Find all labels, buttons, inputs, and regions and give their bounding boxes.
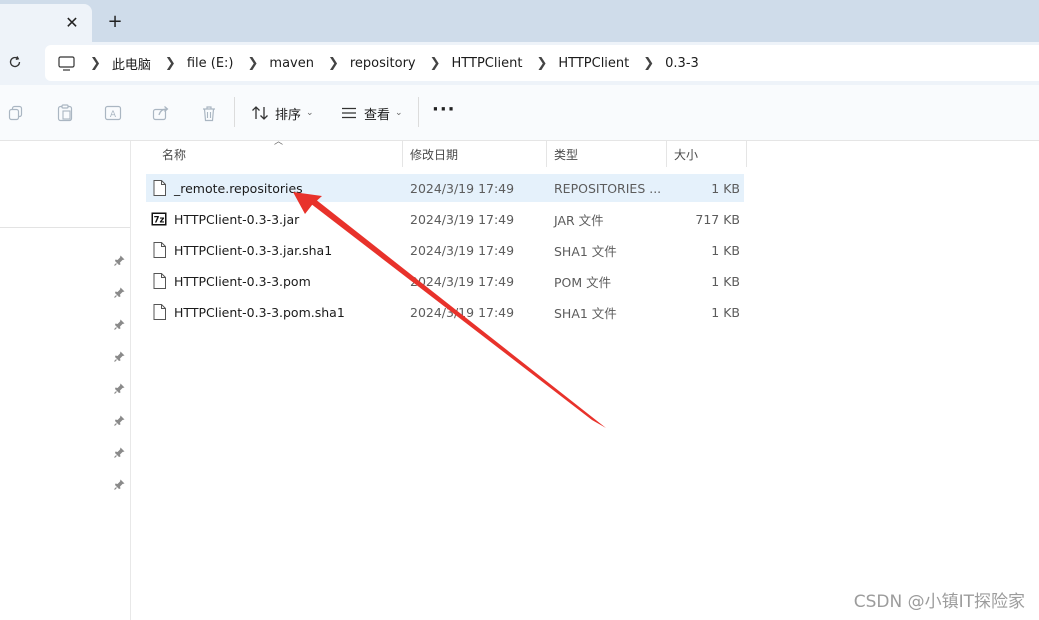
view-button[interactable]: 查看 ⌄ — [341, 101, 403, 125]
watermark: CSDN @小镇IT探险家 — [853, 592, 1025, 612]
pin-icon[interactable] — [112, 445, 126, 459]
column-divider[interactable] — [746, 141, 747, 167]
7z-archive-icon: 7z — [151, 210, 167, 228]
svg-text:7z: 7z — [154, 216, 165, 226]
new-tab-button[interactable]: + — [104, 10, 126, 32]
rename-icon[interactable]: A — [103, 103, 123, 123]
command-toolbar: A 排序 ⌄ 查看 ⌄ ··· — [0, 85, 1039, 141]
file-size: 717 KB — [695, 211, 740, 227]
file-name: _remote.repositories — [174, 180, 303, 196]
delete-icon[interactable] — [199, 103, 219, 123]
column-size[interactable]: 大小 — [674, 141, 698, 167]
toolbar-divider — [234, 97, 235, 127]
file-name-cell: HTTPClient-0.3-3.jar.sha1 — [151, 236, 332, 264]
tab-close-button[interactable]: ✕ — [62, 12, 82, 32]
pin-icon[interactable] — [112, 413, 126, 427]
file-icon — [151, 272, 167, 290]
address-row: ❯ 此电脑 ❯ file (E:) ❯ maven ❯ repository ❯… — [0, 42, 1039, 85]
chevron-down-icon: ⌄ — [306, 108, 314, 118]
chevron-right-icon[interactable]: ❯ — [248, 56, 259, 71]
breadcrumb-item[interactable]: HTTPClient — [452, 56, 523, 71]
computer-icon[interactable] — [58, 54, 76, 72]
file-row[interactable]: 7z HTTPClient-0.3-3.jar 2024/3/19 17:49 … — [146, 205, 744, 233]
pin-icon[interactable] — [112, 477, 126, 491]
pin-icon[interactable] — [112, 253, 126, 267]
file-row[interactable]: HTTPClient-0.3-3.jar.sha1 2024/3/19 17:4… — [146, 236, 744, 264]
column-header: ︿ 名称 修改日期 类型 大小 — [146, 137, 747, 167]
column-type[interactable]: 类型 — [554, 141, 578, 167]
file-name: HTTPClient-0.3-3.jar — [174, 211, 300, 227]
chevron-right-icon[interactable]: ❯ — [165, 56, 176, 71]
breadcrumb-item[interactable]: maven — [269, 56, 314, 71]
file-type: SHA1 文件 — [554, 305, 617, 321]
file-name-cell: HTTPClient-0.3-3.pom — [151, 267, 311, 295]
file-date: 2024/3/19 17:49 — [410, 180, 515, 196]
breadcrumb-item[interactable]: repository — [350, 56, 416, 71]
file-name: HTTPClient-0.3-3.jar.sha1 — [174, 242, 333, 258]
file-date: 2024/3/19 17:49 — [410, 242, 515, 258]
chevron-right-icon[interactable]: ❯ — [430, 56, 441, 71]
view-icon — [341, 107, 357, 119]
toolbar-divider — [418, 97, 419, 127]
view-label: 查看 — [364, 107, 391, 123]
sort-ascending-icon: ︿ — [274, 137, 284, 147]
sort-button[interactable]: 排序 ⌄ — [251, 101, 314, 125]
chevron-right-icon[interactable]: ❯ — [536, 56, 547, 71]
file-date: 2024/3/19 17:49 — [410, 211, 515, 227]
file-name: HTTPClient-0.3-3.pom.sha1 — [174, 304, 345, 320]
file-type: REPOSITORIES ... — [554, 180, 662, 196]
breadcrumb-item-current[interactable]: 0.3-3 — [665, 56, 699, 71]
column-divider[interactable] — [546, 141, 547, 167]
pin-icon[interactable] — [112, 317, 126, 331]
navigation-pane — [0, 141, 131, 620]
active-tab[interactable]: ✕ — [0, 4, 92, 42]
file-size: 1 KB — [711, 242, 740, 258]
file-icon — [151, 303, 167, 321]
file-size: 1 KB — [711, 273, 740, 289]
svg-text:A: A — [110, 110, 117, 120]
pin-icon[interactable] — [112, 349, 126, 363]
more-options-button[interactable]: ··· — [432, 99, 456, 120]
address-bar[interactable]: ❯ 此电脑 ❯ file (E:) ❯ maven ❯ repository ❯… — [45, 45, 1039, 81]
breadcrumb-item[interactable]: HTTPClient — [558, 56, 629, 71]
file-icon — [151, 241, 167, 259]
chevron-right-icon[interactable]: ❯ — [328, 56, 339, 71]
file-type: SHA1 文件 — [554, 243, 617, 259]
file-row[interactable]: _remote.repositories 2024/3/19 17:49 REP… — [146, 174, 744, 202]
file-name: HTTPClient-0.3-3.pom — [174, 273, 311, 289]
nav-divider — [0, 227, 130, 228]
column-divider[interactable] — [666, 141, 667, 167]
file-name-cell: _remote.repositories — [151, 174, 303, 202]
chevron-right-icon[interactable]: ❯ — [90, 56, 101, 71]
file-date: 2024/3/19 17:49 — [410, 273, 515, 289]
file-icon — [151, 179, 167, 197]
column-divider[interactable] — [402, 141, 403, 167]
column-date[interactable]: 修改日期 — [410, 141, 458, 167]
tab-strip: ✕ + — [0, 0, 1039, 42]
sort-label: 排序 — [275, 107, 302, 123]
file-type: POM 文件 — [554, 274, 612, 290]
share-icon[interactable] — [151, 103, 171, 123]
file-row[interactable]: HTTPClient-0.3-3.pom.sha1 2024/3/19 17:4… — [146, 298, 744, 326]
file-name-cell: 7z HTTPClient-0.3-3.jar — [151, 205, 299, 233]
file-row[interactable]: HTTPClient-0.3-3.pom 2024/3/19 17:49 POM… — [146, 267, 744, 295]
breadcrumb-item[interactable]: 此电脑 — [112, 54, 151, 73]
pin-icon[interactable] — [112, 285, 126, 299]
paste-icon[interactable] — [55, 103, 75, 123]
column-name[interactable]: 名称 — [162, 141, 186, 167]
pin-icon[interactable] — [112, 381, 126, 395]
breadcrumb-item[interactable]: file (E:) — [187, 56, 234, 71]
chevron-down-icon: ⌄ — [395, 108, 403, 118]
file-size: 1 KB — [711, 180, 740, 196]
file-type: JAR 文件 — [554, 212, 604, 228]
file-name-cell: HTTPClient-0.3-3.pom.sha1 — [151, 298, 345, 326]
file-date: 2024/3/19 17:49 — [410, 304, 515, 320]
refresh-icon[interactable] — [4, 51, 26, 73]
copy-icon[interactable] — [6, 103, 26, 123]
file-size: 1 KB — [711, 304, 740, 320]
chevron-right-icon[interactable]: ❯ — [643, 56, 654, 71]
sort-icon — [251, 105, 269, 121]
